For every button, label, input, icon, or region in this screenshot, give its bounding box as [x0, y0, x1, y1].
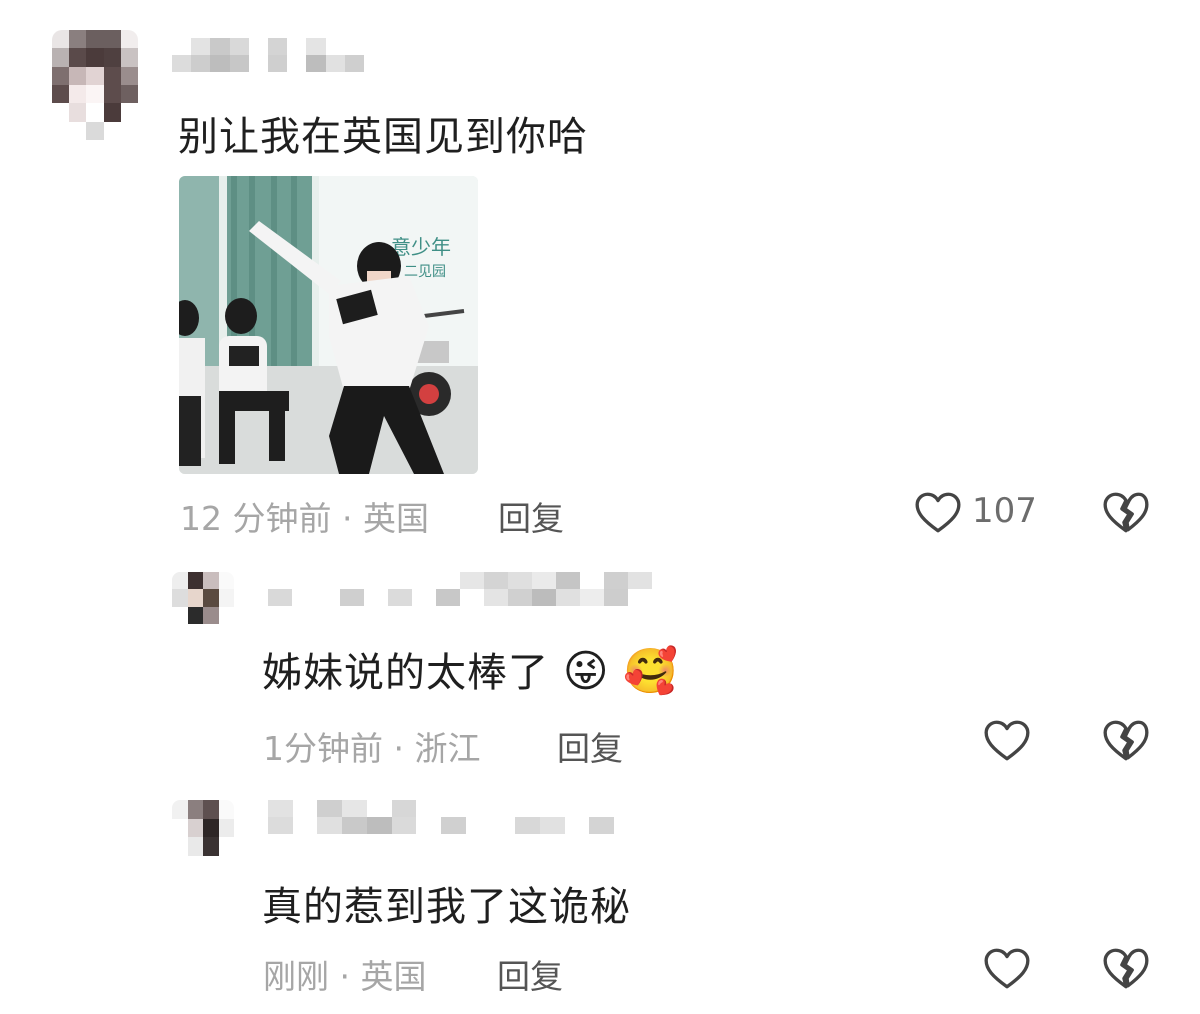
username-blurred[interactable] [268, 572, 652, 606]
broken-heart-icon [1103, 948, 1149, 989]
hugging-face-emoji: 🥰 [623, 646, 680, 697]
broken-heart-icon [1103, 492, 1149, 533]
comment-text: 别让我在英国见到你哈 [178, 114, 588, 160]
reply-button[interactable]: 回复 [497, 950, 563, 998]
comment-text-body: 姊妹说的太棒了 [262, 650, 549, 696]
comment-time-location: 1分钟前 · 浙江 [263, 729, 481, 768]
comment-time-location: 刚刚 · 英国 [263, 957, 427, 996]
like-button[interactable] [982, 716, 1032, 766]
winking-face-emoji: 😜 [562, 646, 610, 697]
reply-button[interactable]: 回复 [557, 722, 623, 770]
comment-text: 姊妹说的太棒了 😜 🥰 [262, 640, 679, 698]
dislike-button[interactable] [1101, 488, 1151, 538]
comment-text: 真的惹到我了这诡秘 [262, 884, 631, 930]
dislike-button[interactable] [1101, 944, 1151, 994]
avatar[interactable] [172, 572, 234, 624]
comment-image[interactable]: 意少年 二见园 [179, 176, 478, 474]
broken-heart-icon [1103, 720, 1149, 761]
like-button[interactable] [913, 488, 963, 538]
heart-outline-icon [915, 492, 961, 533]
like-count: 107 [972, 491, 1037, 531]
username-blurred[interactable] [268, 800, 614, 834]
like-button[interactable] [982, 944, 1032, 994]
reply-button[interactable]: 回复 [498, 492, 564, 540]
dislike-button[interactable] [1101, 716, 1151, 766]
heart-outline-icon [984, 948, 1030, 989]
avatar[interactable] [52, 30, 138, 140]
dance-photo: 意少年 二见园 [179, 176, 478, 474]
heart-outline-icon [984, 720, 1030, 761]
banner-subtext: 二见园 [404, 264, 446, 280]
username-blurred[interactable] [172, 38, 364, 72]
avatar[interactable] [172, 800, 234, 856]
comment-time-location: 12 分钟前 · 英国 [180, 499, 429, 538]
banner-text: 意少年 [391, 235, 451, 259]
